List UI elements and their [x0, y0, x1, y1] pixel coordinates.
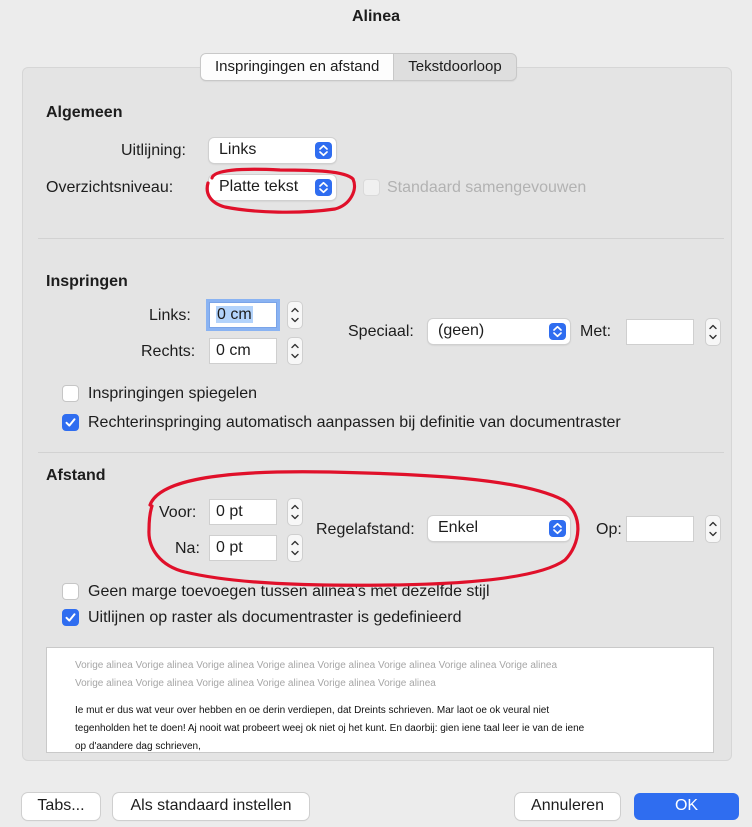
indent-left-stepper[interactable] — [288, 302, 302, 328]
line-spacing-value: Enkel — [438, 519, 479, 536]
preview-previous-paragraph-line: Vorige alinea Vorige alinea Vorige aline… — [75, 660, 558, 671]
alignment-value: Links — [219, 141, 257, 158]
indent-right-field[interactable]: 0 cm — [209, 338, 277, 364]
indent-by-stepper[interactable] — [706, 319, 720, 345]
space-after-value: 0 pt — [216, 539, 243, 556]
space-after-label: Na: — [175, 540, 200, 557]
special-indent-value: (geen) — [438, 322, 485, 339]
ok-button[interactable]: OK — [634, 793, 739, 820]
line-spacing-at-field[interactable] — [626, 516, 694, 542]
snap-to-grid-checkbox[interactable] — [62, 609, 79, 626]
collapsed-by-default-checkbox[interactable] — [363, 179, 380, 196]
indent-by-field[interactable] — [626, 319, 694, 345]
checkmark-icon — [65, 613, 76, 622]
space-after-stepper[interactable] — [288, 535, 302, 561]
paragraph-preview: Vorige alinea Vorige alinea Vorige aline… — [46, 647, 714, 753]
collapsed-by-default-label: Standaard samengevouwen — [387, 179, 587, 196]
outline-level-popup[interactable]: Platte tekst — [209, 175, 336, 200]
tab-text-flow[interactable]: Tekstdoorloop — [394, 54, 515, 80]
space-before-label: Voor: — [159, 504, 197, 521]
tab-indents-spacing[interactable]: Inspringingen en afstand — [201, 54, 395, 80]
indent-right-value: 0 cm — [216, 342, 251, 359]
preview-previous-paragraph-line: Vorige alinea Vorige alinea Vorige aline… — [75, 678, 436, 689]
line-spacing-at-stepper[interactable] — [706, 516, 720, 542]
space-before-value: 0 pt — [216, 503, 243, 520]
mirror-indents-label: Inspringingen spiegelen — [88, 385, 258, 402]
no-space-same-style-label: Geen marge toevoegen tussen alinea's met… — [88, 583, 490, 600]
section-title-algemeen: Algemeen — [46, 104, 123, 121]
divider — [38, 238, 724, 239]
auto-adjust-right-indent-label: Rechterinspringing automatisch aanpassen… — [88, 414, 621, 431]
space-before-field[interactable]: 0 pt — [209, 499, 277, 525]
indent-right-label: Rechts: — [141, 343, 196, 360]
mirror-indents-checkbox[interactable] — [62, 385, 79, 402]
snap-to-grid-label: Uitlijnen op raster als documentraster i… — [88, 609, 462, 626]
preview-text-line: op d'aandere dag schrieven, — [75, 741, 201, 752]
tabs-button[interactable]: Tabs... — [22, 793, 100, 820]
chevron-updown-icon — [315, 142, 332, 159]
no-space-same-style-checkbox[interactable] — [62, 583, 79, 600]
alignment-label: Uitlijning: — [121, 142, 186, 159]
chevron-updown-icon — [549, 323, 566, 340]
preview-text-line: tegenholden het te doen! Aj nooit wat pr… — [75, 723, 585, 734]
cancel-button[interactable]: Annuleren — [515, 793, 620, 820]
chevron-updown-icon — [549, 520, 566, 537]
indent-right-stepper[interactable] — [288, 338, 302, 364]
checkmark-icon — [65, 418, 76, 427]
window-title: Alinea — [351, 8, 400, 25]
tab-bar: Inspringingen en afstand Tekstdoorloop — [200, 53, 517, 81]
line-spacing-at-label: Op: — [596, 521, 622, 538]
space-before-stepper[interactable] — [288, 499, 302, 525]
indent-left-value: 0 cm — [216, 306, 253, 323]
indent-left-field[interactable]: 0 cm — [209, 302, 277, 328]
section-title-afstand: Afstand — [46, 467, 106, 484]
chevron-updown-icon — [315, 179, 332, 196]
indent-left-label: Links: — [149, 307, 191, 324]
section-title-inspringen: Inspringen — [46, 273, 128, 290]
outline-level-label: Overzichtsniveau: — [46, 179, 174, 196]
outline-level-value: Platte tekst — [219, 178, 299, 195]
divider — [38, 452, 724, 453]
alignment-popup[interactable]: Links — [209, 138, 336, 163]
space-after-field[interactable]: 0 pt — [209, 535, 277, 561]
special-indent-label: Speciaal: — [348, 323, 414, 340]
preview-text-line: Ie mut er dus wat veur over hebben en oe… — [75, 705, 550, 716]
set-default-button[interactable]: Als standaard instellen — [113, 793, 309, 820]
special-indent-popup[interactable]: (geen) — [428, 319, 570, 344]
line-spacing-popup[interactable]: Enkel — [428, 516, 570, 541]
line-spacing-label: Regelafstand: — [316, 521, 415, 538]
indent-by-label: Met: — [580, 323, 612, 340]
auto-adjust-right-indent-checkbox[interactable] — [62, 414, 79, 431]
